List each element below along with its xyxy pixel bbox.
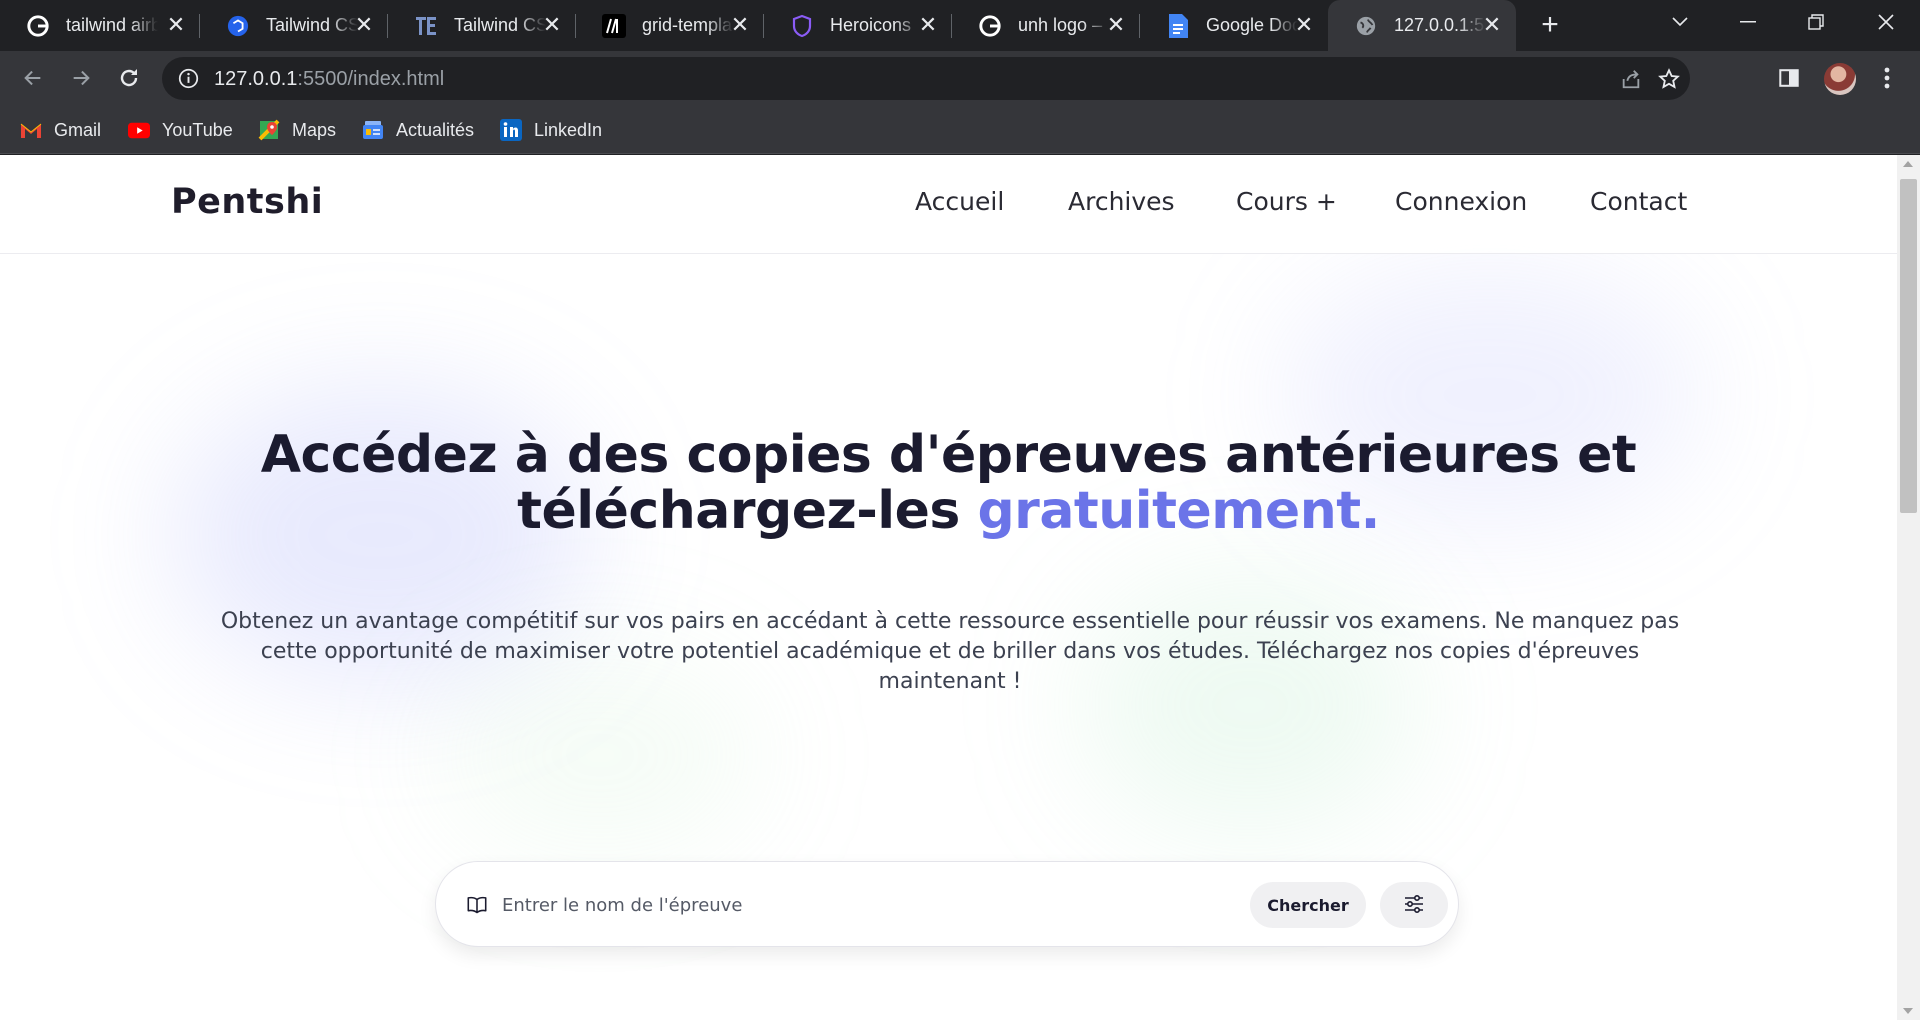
google-icon — [26, 14, 50, 38]
search-button[interactable]: Chercher — [1250, 882, 1366, 928]
filter-button[interactable] — [1380, 882, 1448, 928]
tab-title: Heroicons — [830, 15, 912, 35]
gmail-icon — [20, 119, 42, 141]
site-info-icon[interactable] — [178, 68, 199, 89]
hero-title-line1: Accédez à des copies d'épreuves antérieu… — [260, 425, 1637, 485]
bookmarks-bar: Gmail YouTube Maps Actualités LinkedIn — [0, 105, 1920, 154]
close-icon[interactable]: ✕ — [1294, 14, 1314, 36]
bookmark-label: YouTube — [162, 119, 233, 140]
scroll-up-arrow-icon[interactable] — [1903, 161, 1913, 167]
tab-strip: tailwind airb ✕ Tailwind CSS ✕ Tailwind … — [0, 0, 1920, 51]
tab-4[interactable]: grid-templa ✕ — [576, 0, 764, 51]
linkedin-icon — [500, 119, 522, 141]
hero-title-accent: gratuitement. — [977, 481, 1380, 541]
tab-title: unh logo – — [1018, 15, 1103, 35]
bookmark-actualites[interactable]: Actualités — [362, 117, 474, 143]
side-panel-icon[interactable] — [1776, 65, 1802, 91]
hero-subtitle: Obtenez un avantage compétitif sur vos p… — [220, 609, 1680, 694]
forward-arrow-icon[interactable] — [64, 61, 98, 95]
bookmark-gmail[interactable]: Gmail — [20, 117, 101, 143]
minimize-icon[interactable] — [1720, 0, 1776, 44]
bookmark-maps[interactable]: Maps — [258, 117, 336, 143]
bookmark-label: Maps — [292, 119, 337, 140]
mdn-icon — [602, 13, 626, 38]
nav-archives[interactable]: Archives — [1068, 187, 1175, 216]
url-path: :5500/index.html — [297, 68, 445, 90]
exam-search-input[interactable] — [502, 884, 1202, 926]
scrollbar-thumb[interactable] — [1900, 179, 1917, 513]
address-bar[interactable]: 127.0.0.1:5500/index.html — [162, 57, 1690, 100]
tab-title: 127.0.0.1:55 — [1394, 15, 1486, 35]
browser-toolbar: 127.0.0.1:5500/index.html — [0, 51, 1920, 105]
tab-1[interactable]: tailwind airb ✕ — [0, 0, 200, 51]
site-logo[interactable]: Pentshi — [171, 182, 323, 222]
bookmark-label: Actualités — [396, 119, 475, 140]
tailwind-elements-icon — [414, 14, 438, 38]
tab-title: Tailwind CSS — [454, 15, 546, 35]
restore-icon[interactable] — [1788, 0, 1844, 44]
tab-3[interactable]: Tailwind CSS ✕ — [388, 0, 576, 51]
youtube-icon — [128, 119, 150, 141]
adjustments-icon — [1404, 894, 1424, 916]
search-bar: Chercher — [435, 861, 1459, 947]
globe-icon — [1354, 14, 1378, 38]
reload-icon[interactable] — [112, 61, 146, 95]
scroll-down-arrow-icon[interactable] — [1903, 1008, 1913, 1014]
close-icon[interactable]: ✕ — [1482, 14, 1502, 36]
window-close-icon[interactable] — [1858, 0, 1914, 44]
bookmark-youtube[interactable]: YouTube — [128, 117, 233, 143]
close-icon[interactable]: ✕ — [730, 14, 750, 36]
heroicons-shield-icon — [790, 14, 814, 38]
close-icon[interactable]: ✕ — [166, 14, 186, 36]
page-scrollbar[interactable] — [1897, 155, 1920, 1020]
book-icon — [466, 894, 488, 916]
close-icon[interactable]: ✕ — [542, 14, 562, 36]
google-docs-icon — [1166, 13, 1190, 38]
profile-avatar[interactable] — [1824, 63, 1856, 95]
tab-search-chevron-icon[interactable] — [1652, 0, 1708, 44]
nav-connexion[interactable]: Connexion — [1395, 187, 1527, 216]
close-icon[interactable]: ✕ — [354, 14, 374, 36]
close-icon[interactable]: ✕ — [1106, 14, 1126, 36]
site-header: Pentshi Accueil Archives Cours + Connexi… — [0, 155, 1897, 254]
bookmark-linkedin[interactable]: LinkedIn — [500, 117, 602, 143]
url-host: 127.0.0.1 — [214, 68, 298, 90]
tailwind-ui-icon — [226, 14, 250, 38]
hero-title: Accédez à des copies d'épreuves antérieu… — [0, 427, 1897, 539]
back-arrow-icon[interactable] — [16, 61, 50, 95]
tab-6[interactable]: unh logo – ✕ — [952, 0, 1140, 51]
page-viewport: Pentshi Accueil Archives Cours + Connexi… — [0, 155, 1897, 1020]
tab-8-active[interactable]: 127.0.0.1:55 ✕ — [1328, 0, 1516, 51]
tab-2[interactable]: Tailwind CSS ✕ — [200, 0, 388, 51]
bookmark-star-icon[interactable] — [1658, 68, 1680, 90]
bookmark-label: LinkedIn — [534, 119, 603, 140]
maps-icon — [258, 119, 280, 141]
kebab-menu-icon[interactable] — [1874, 65, 1900, 91]
nav-cours[interactable]: Cours + — [1236, 187, 1337, 216]
tab-7[interactable]: Google Doc ✕ — [1140, 0, 1328, 51]
tab-title: Google Doc — [1206, 15, 1298, 35]
tab-5[interactable]: Heroicons ✕ — [764, 0, 952, 51]
tab-title: grid-templa — [642, 15, 733, 35]
nav-accueil[interactable]: Accueil — [915, 187, 1004, 216]
news-icon — [362, 119, 384, 141]
new-tab-plus-icon[interactable]: + — [1536, 10, 1564, 40]
google-icon — [978, 14, 1002, 38]
bookmark-label: Gmail — [54, 119, 102, 140]
url-text[interactable]: 127.0.0.1:5500/index.html — [214, 68, 444, 91]
tab-title: Tailwind CSS — [266, 15, 358, 35]
share-icon[interactable] — [1620, 68, 1642, 90]
tab-title: tailwind airb — [66, 15, 158, 35]
hero-title-line2: téléchargez-les — [517, 481, 978, 541]
close-icon[interactable]: ✕ — [918, 14, 938, 36]
nav-contact[interactable]: Contact — [1590, 187, 1687, 216]
